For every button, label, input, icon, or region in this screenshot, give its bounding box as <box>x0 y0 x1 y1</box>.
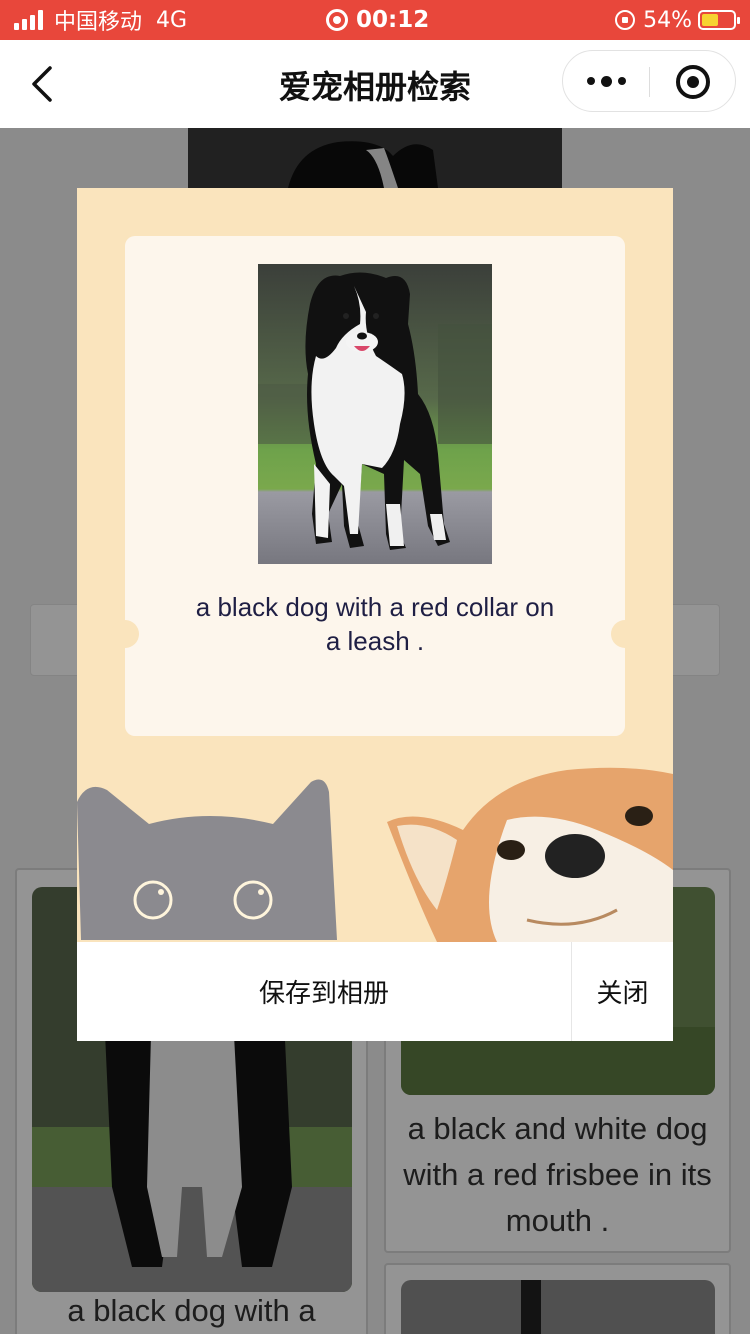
photo-caption: a black dog with a red collar on a leash… <box>195 592 555 656</box>
recording-icon <box>326 9 348 31</box>
status-left: 中国移动 4G <box>14 6 188 35</box>
more-dots-icon[interactable] <box>563 51 649 111</box>
signal-icon <box>14 10 46 30</box>
status-bar: 中国移动 4G 00:12 54% <box>0 0 750 40</box>
cat-illustration <box>77 779 337 940</box>
ticket-card: a black dog with a red collar on a leash… <box>111 236 639 736</box>
battery-icon <box>698 10 740 30</box>
nav-bar: 爱宠相册检索 <box>0 40 750 128</box>
close-button[interactable]: 关闭 <box>572 942 673 1041</box>
save-to-album-button[interactable]: 保存到相册 <box>77 942 572 1041</box>
pet-photo <box>258 264 492 564</box>
clock: 00:12 <box>356 7 430 33</box>
shiba-illustration <box>387 767 673 942</box>
capsule-divider <box>649 67 650 97</box>
ticket-notch-right <box>611 620 639 648</box>
battery-level <box>702 14 719 26</box>
network-label: 4G <box>156 7 188 33</box>
modal-actions: 保存到相册 关闭 <box>77 942 673 1041</box>
ticket-notch-left <box>111 620 139 648</box>
mini-program-capsule <box>562 50 736 112</box>
battery-percent: 54% <box>643 7 692 33</box>
status-right: 54% <box>615 6 740 34</box>
rotation-lock-icon <box>615 10 636 30</box>
share-card-modal: a black dog with a red collar on a leash… <box>77 188 673 1041</box>
status-center: 00:12 <box>326 6 429 34</box>
dog-photo <box>258 264 492 564</box>
target-circle-icon[interactable] <box>676 65 710 99</box>
carrier-label: 中国移动 <box>54 10 143 35</box>
